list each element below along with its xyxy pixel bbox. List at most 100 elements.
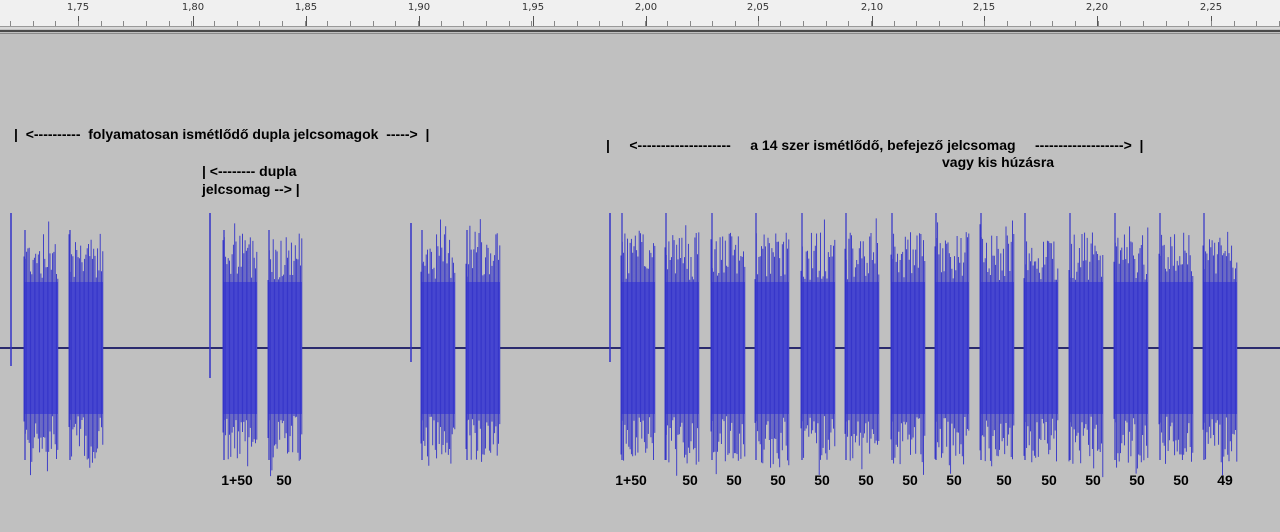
burst-spikes	[1158, 232, 1194, 464]
burst-spikes	[800, 219, 836, 475]
ruler-tick-label: 1,75	[66, 2, 90, 13]
burst-spikes	[979, 220, 1015, 467]
burst-count-label: 50	[902, 472, 918, 488]
burst-spikes	[890, 232, 926, 475]
burst-count-label: 50	[1085, 472, 1101, 488]
ruler-minor-tick	[1098, 21, 1099, 26]
ruler-minor-tick	[191, 21, 192, 26]
burst-count-label: 50	[858, 472, 874, 488]
waveform-burst	[844, 213, 880, 470]
ruler-minor-tick	[758, 21, 759, 26]
ruler-minor-tick	[894, 21, 895, 26]
burst-spikes	[710, 232, 746, 475]
ruler-minor-tick	[848, 21, 849, 26]
burst-count-label: 50	[1129, 472, 1145, 488]
burst-spikes	[420, 219, 456, 466]
ruler-major-tick	[306, 16, 307, 26]
ruler-minor-tick	[712, 21, 713, 26]
waveform-burst	[800, 213, 836, 475]
ruler-tick-label: 2,00	[634, 2, 658, 13]
annotation-double-packet-line2: jelcsomag --> |	[202, 181, 300, 197]
ruler-tick-label: 2,20	[1085, 2, 1109, 13]
ruler-minor-tick	[1030, 21, 1031, 26]
ruler-minor-tick	[237, 21, 238, 26]
ruler-minor-tick	[916, 21, 917, 26]
timeline-ruler[interactable]: 1,75 1,80 1,85 1,90 1,95 2,00 2,05 2,10 2,15 2,20…	[0, 0, 1280, 27]
waveform-burst	[420, 219, 456, 466]
burst-spikes	[23, 221, 59, 476]
ruler-minor-tick	[78, 21, 79, 26]
ruler-minor-tick	[577, 21, 578, 26]
ruler-minor-tick	[962, 21, 963, 26]
ruler-minor-tick	[486, 21, 487, 26]
ruler-minor-tick	[984, 21, 985, 26]
ruler-minor-tick	[780, 21, 781, 26]
ruler-minor-tick	[1211, 21, 1212, 26]
ruler-minor-tick	[554, 21, 555, 26]
ruler-tick-label: 1,85	[294, 2, 318, 13]
ruler-minor-tick	[1120, 21, 1121, 26]
ruler-tick-label: 2,25	[1199, 2, 1223, 13]
ruler-major-tick	[193, 16, 194, 26]
burst-spikes	[934, 222, 970, 474]
ruler-minor-tick	[123, 21, 124, 26]
ruler-minor-tick	[418, 21, 419, 26]
ruler-minor-tick	[101, 21, 102, 26]
ruler-minor-tick	[531, 21, 532, 26]
burst-spikes	[465, 219, 501, 462]
burst-count-label: 1+50	[221, 472, 253, 488]
ruler-minor-tick	[1234, 21, 1235, 26]
annotation-continuous-packets: | <---------- folyamatosan ismétlődő dup…	[14, 126, 430, 142]
waveform-burst	[979, 213, 1015, 467]
ruler-minor-tick	[55, 21, 56, 26]
ruler-minor-tick	[667, 21, 668, 26]
waveform-burst	[890, 213, 926, 475]
waveform-burst	[934, 213, 970, 474]
ruler-minor-tick	[871, 21, 872, 26]
burst-spikes	[1202, 231, 1238, 476]
ruler-minor-tick	[1052, 21, 1053, 26]
waveform-track[interactable]	[0, 34, 1280, 532]
burst-spikes	[754, 232, 790, 468]
ruler-tick-label: 1,95	[521, 2, 545, 13]
ruler-minor-tick	[282, 21, 283, 26]
waveform-burst	[710, 213, 746, 475]
ruler-minor-tick	[463, 21, 464, 26]
ruler-minor-tick	[373, 21, 374, 26]
burst-count-label: 50	[770, 472, 786, 488]
waveform-burst	[1023, 213, 1059, 463]
burst-count-label: 50	[1041, 472, 1057, 488]
waveform-burst	[23, 221, 59, 476]
ruler-tick-label: 2,05	[746, 2, 770, 13]
ruler-minor-tick	[690, 21, 691, 26]
annotation-final-packets-line1: | <-------------------- a 14 szer ismétl…	[606, 137, 1144, 153]
burst-spikes	[1068, 232, 1104, 478]
ruler-minor-tick	[599, 21, 600, 26]
waveform-burst	[222, 223, 258, 467]
burst-count-label: 49	[1217, 472, 1233, 488]
burst-spikes	[1023, 240, 1059, 463]
ruler-minor-tick	[622, 21, 623, 26]
burst-spikes	[844, 218, 880, 470]
waveform-burst	[1068, 213, 1104, 478]
burst-count-label: 50	[1173, 472, 1189, 488]
ruler-major-tick	[533, 16, 534, 26]
ruler-minor-tick	[395, 21, 396, 26]
burst-count-label: 50	[946, 472, 962, 488]
ruler-minor-tick	[169, 21, 170, 26]
burst-spikes	[68, 233, 104, 468]
ruler-minor-tick	[146, 21, 147, 26]
ruler-minor-tick	[1143, 21, 1144, 26]
ruler-minor-tick	[1166, 21, 1167, 26]
waveform-burst	[1113, 213, 1149, 474]
ruler-minor-tick	[305, 21, 306, 26]
ruler-tick-label: 2,15	[972, 2, 996, 13]
ruler-minor-tick	[214, 21, 215, 26]
ruler-minor-tick	[350, 21, 351, 26]
waveform-burst	[1158, 213, 1194, 464]
ruler-major-tick	[419, 16, 420, 26]
ruler-minor-tick	[1075, 21, 1076, 26]
burst-count-label: 50	[996, 472, 1012, 488]
annotation-double-packet-line1: | <-------- dupla	[202, 163, 297, 179]
burst-count-label: 50	[682, 472, 698, 488]
